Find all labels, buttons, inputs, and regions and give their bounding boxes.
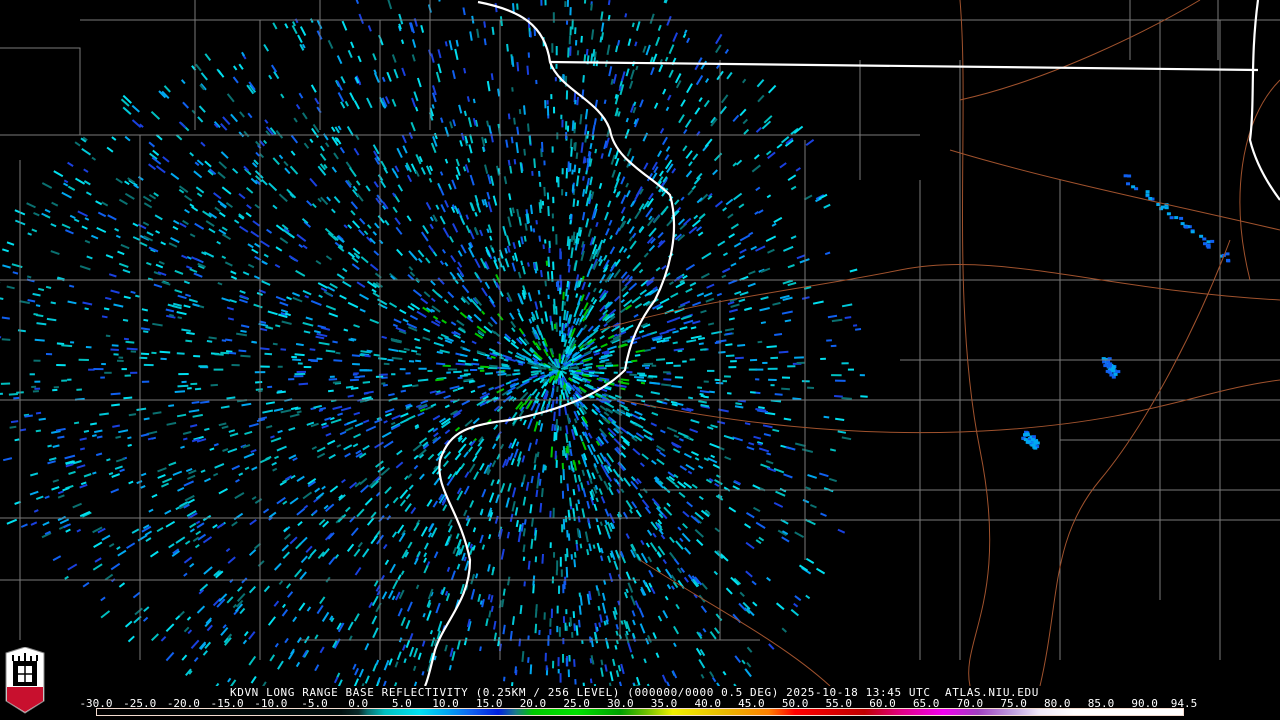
reflectivity-colorbar xyxy=(96,708,1184,716)
niu-logo xyxy=(3,646,47,715)
reflectivity-returns xyxy=(0,0,1231,686)
radar-map[interactable] xyxy=(0,0,1280,686)
